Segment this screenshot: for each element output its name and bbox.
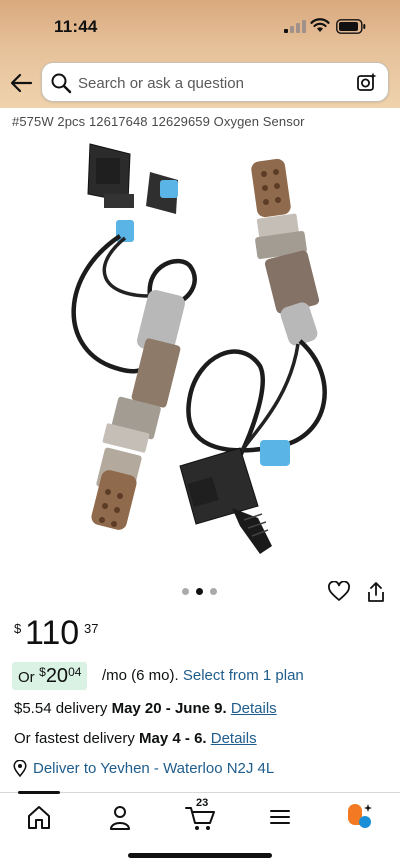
right-sensor-body bbox=[251, 158, 320, 346]
select-plan-link[interactable]: Select from 1 plan bbox=[183, 667, 304, 684]
nav-active-indicator bbox=[18, 791, 60, 794]
fastest-delivery: Or fastest delivery May 4 - 6. Details bbox=[14, 730, 257, 747]
deliver-to-link[interactable]: Deliver to Yevhen - Waterloo N2J 4L bbox=[33, 760, 274, 777]
search-placeholder[interactable]: Search or ask a question bbox=[78, 75, 244, 92]
left-sensor-connector bbox=[87, 143, 178, 242]
battery-icon bbox=[336, 19, 366, 34]
image-dot-3[interactable] bbox=[210, 588, 217, 595]
search-icon bbox=[51, 73, 72, 94]
monthly-fraction: 04 bbox=[68, 665, 82, 679]
status-bar: 11:44 bbox=[0, 0, 400, 52]
share-icon[interactable] bbox=[366, 581, 386, 603]
monthly-or: Or bbox=[18, 669, 35, 686]
account-icon[interactable] bbox=[104, 803, 136, 831]
back-arrow-icon[interactable] bbox=[9, 72, 33, 94]
monthly-payment: Or $2004 /mo (6 mo). Select from 1 plan bbox=[12, 662, 392, 690]
left-sensor-body bbox=[91, 289, 185, 530]
search-bar[interactable]: Search or ask a question bbox=[41, 62, 389, 102]
price-currency: $ bbox=[14, 621, 22, 636]
image-pagination[interactable] bbox=[180, 588, 220, 596]
standard-delivery: $5.54 delivery May 20 - June 9. Details bbox=[14, 700, 277, 717]
rufus-assistant-icon[interactable] bbox=[344, 803, 376, 831]
monthly-currency: $ bbox=[39, 665, 46, 679]
fastest-delivery-dates: May 4 - 6. bbox=[139, 730, 207, 747]
product-title[interactable]: #575W 2pcs 12617648 12629659 Oxygen Sens… bbox=[12, 114, 305, 129]
fastest-delivery-prefix: Or fastest delivery bbox=[14, 730, 135, 747]
home-indicator bbox=[128, 853, 272, 858]
monthly-amount: 20 bbox=[45, 665, 69, 687]
standard-details-link[interactable]: Details bbox=[231, 700, 277, 717]
right-sensor-connector bbox=[179, 440, 290, 554]
standard-delivery-dates: May 20 - June 9. bbox=[111, 700, 227, 717]
wifi-icon bbox=[310, 18, 330, 32]
camera-search-icon[interactable] bbox=[356, 71, 378, 93]
status-time: 11:44 bbox=[54, 17, 98, 36]
standard-delivery-prefix: $5.54 delivery bbox=[14, 700, 108, 717]
monthly-term-row: /mo (6 mo). Select from 1 plan bbox=[102, 667, 304, 684]
product-image[interactable] bbox=[0, 136, 400, 576]
cart-count-badge: 23 bbox=[196, 797, 209, 809]
image-dot-1[interactable] bbox=[182, 588, 189, 595]
price-whole: 110 bbox=[25, 614, 80, 652]
fastest-details-link[interactable]: Details bbox=[211, 730, 257, 747]
location-pin-icon bbox=[13, 760, 27, 777]
monthly-badge: Or $2004 bbox=[12, 662, 88, 690]
home-icon[interactable] bbox=[23, 803, 55, 831]
price-fraction: 37 bbox=[84, 621, 99, 636]
image-dot-2-active[interactable] bbox=[196, 588, 203, 595]
heart-icon[interactable] bbox=[328, 581, 350, 603]
app-header: 11:44 Search or ask a question bbox=[0, 0, 400, 108]
cellular-signal-icon bbox=[284, 20, 306, 33]
monthly-term: /mo (6 mo). bbox=[102, 667, 179, 684]
menu-icon[interactable] bbox=[264, 803, 296, 831]
